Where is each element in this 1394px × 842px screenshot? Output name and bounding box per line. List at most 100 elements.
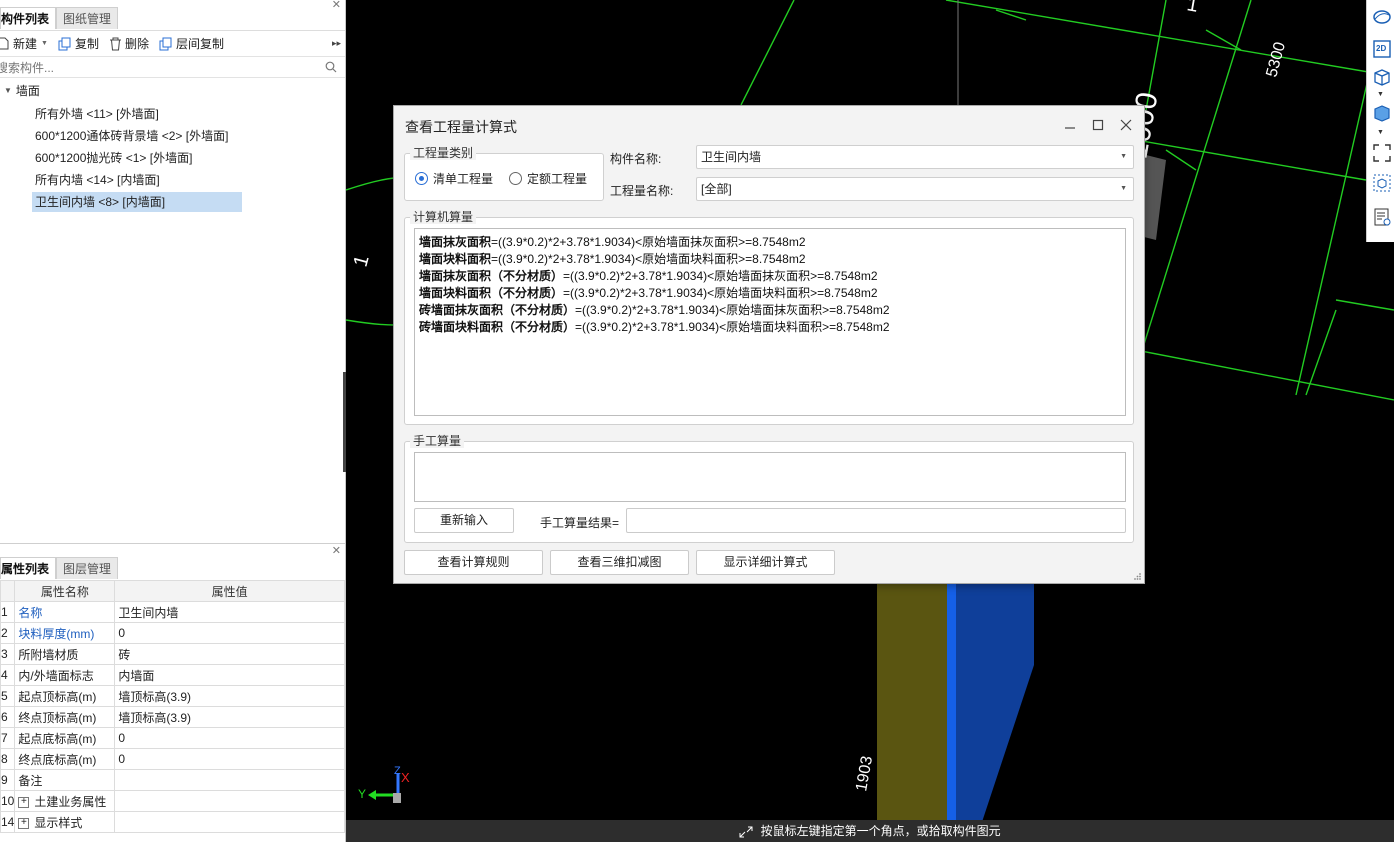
- tree-item[interactable]: 所有内墙 <14> [内墙面]: [32, 170, 242, 190]
- tree-item[interactable]: 600*1200抛光砖 <1> [外墙面]: [32, 148, 242, 168]
- dim-5300: 5300: [1263, 40, 1289, 79]
- radio-unchecked-icon: [509, 172, 522, 185]
- table-row[interactable]: 4 内/外墙面标志 内墙面: [0, 664, 345, 686]
- new-label: 新建: [13, 37, 38, 51]
- radio-bill-quantity[interactable]: 清单工程量: [415, 170, 493, 187]
- show-detailed-formula-button[interactable]: 显示详细计算式: [696, 550, 835, 575]
- quantity-name-select[interactable]: [全部] ▼: [696, 177, 1134, 201]
- toolbar-overflow-icon[interactable]: ▸▸: [332, 38, 341, 49]
- tab-component-list[interactable]: 构件列表: [0, 7, 57, 29]
- calc-line-name: 砖墙面抹灰面积（不分材质）: [419, 303, 576, 317]
- property-value[interactable]: 墙顶标高(3.9): [114, 685, 345, 707]
- view-3d-cube-icon[interactable]: [1371, 66, 1393, 88]
- minimize-icon[interactable]: [1060, 115, 1080, 135]
- left-panel: ✕ 构件列表 图纸管理 新建 ▼ 复制 删除 层间复制 ▸▸ 搜索构件... ▼…: [0, 0, 346, 842]
- axis-x-label: X: [401, 770, 410, 785]
- tree-item[interactable]: 600*1200通体砖背景墙 <2> [外墙面]: [32, 126, 242, 146]
- table-row[interactable]: 10 + 土建业务属性: [0, 790, 345, 812]
- row-number: 1: [0, 601, 16, 623]
- expand-plus-icon[interactable]: +: [18, 817, 30, 829]
- floor-copy-button[interactable]: 层间复制: [159, 35, 224, 52]
- calc-line-formula: =((3.9*0.2)*2+3.78*1.9034)<原始墙面块料面积>=8.7…: [563, 286, 878, 300]
- tree-item-selected[interactable]: 卫生间内墙 <8> [内墙面]: [32, 192, 242, 212]
- component-name-value: 卫生间内墙: [701, 150, 762, 164]
- property-value[interactable]: 墙顶标高(3.9): [114, 706, 345, 728]
- tree-root-wall-surface[interactable]: ▼ 墙面: [0, 80, 345, 102]
- group-label: 土建业务属性: [34, 794, 107, 809]
- property-value[interactable]: 0: [114, 727, 345, 749]
- property-value[interactable]: 砖: [114, 643, 345, 665]
- view-3d-deduction-button[interactable]: 查看三维扣减图: [550, 550, 689, 575]
- table-row[interactable]: 5 起点顶标高(m) 墙顶标高(3.9): [0, 685, 345, 707]
- dynamic-view-icon[interactable]: [1371, 172, 1393, 194]
- new-file-icon: [0, 37, 9, 50]
- row-number: 8: [0, 748, 16, 770]
- properties-view-icon[interactable]: [1371, 206, 1393, 228]
- delete-button[interactable]: 删除: [109, 35, 149, 52]
- calc-line-formula: =((3.9*0.2)*2+3.78*1.9034)<原始墙面抹灰面积>=8.7…: [563, 269, 878, 283]
- calc-line-formula: =((3.9*0.2)*2+3.78*1.9034)<原始墙面抹灰面积>=8.7…: [491, 235, 806, 249]
- tree-item[interactable]: 所有外墙 <11> [外墙面]: [32, 104, 242, 124]
- property-grid: 属性名称 属性值 1 名称 卫生间内墙 2 块料厚度(mm) 0 3 所附墙材质…: [0, 580, 345, 833]
- solid-cube-icon[interactable]: [1371, 102, 1393, 124]
- new-button[interactable]: 新建 ▼: [0, 35, 48, 52]
- panel-close-icon[interactable]: ✕: [332, 0, 341, 11]
- chevron-down-icon[interactable]: ▼: [1377, 91, 1384, 98]
- status-bar: 按鼠标左键指定第一个角点，或拾取构件图元: [346, 820, 1394, 842]
- expand-plus-icon[interactable]: +: [18, 796, 30, 808]
- machine-calc-text[interactable]: 墙面抹灰面积=((3.9*0.2)*2+3.78*1.9034)<原始墙面抹灰面…: [414, 228, 1126, 416]
- property-value[interactable]: 0: [114, 622, 345, 644]
- property-value: [114, 790, 345, 812]
- view-2d-label: 2D: [1376, 44, 1387, 53]
- fullscreen-icon[interactable]: [1371, 142, 1393, 164]
- panel-close-icon[interactable]: ✕: [332, 544, 341, 557]
- property-value[interactable]: 内墙面: [114, 664, 345, 686]
- property-value: [114, 811, 345, 833]
- table-row[interactable]: 8 终点底标高(m) 0: [0, 748, 345, 770]
- component-name-select[interactable]: 卫生间内墙 ▼: [696, 145, 1134, 169]
- manual-calc-input[interactable]: [414, 452, 1126, 502]
- radio-quota-quantity[interactable]: 定额工程量: [509, 170, 587, 187]
- property-name-header: 属性名称: [14, 580, 116, 602]
- view-calc-rules-button[interactable]: 查看计算规则: [404, 550, 543, 575]
- tab-drawing-management[interactable]: 图纸管理: [56, 7, 119, 29]
- copy-button[interactable]: 复制: [58, 35, 99, 52]
- table-row[interactable]: 7 起点底标高(m) 0: [0, 727, 345, 749]
- tab-property-list[interactable]: 属性列表: [0, 557, 57, 579]
- maximize-icon[interactable]: [1088, 115, 1108, 135]
- resize-grip-icon[interactable]: [1133, 572, 1142, 581]
- component-name-label: 构件名称:: [610, 152, 662, 166]
- reinput-button[interactable]: 重新输入: [414, 508, 514, 533]
- calc-line-name: 墙面抹灰面积（不分材质）: [419, 269, 564, 283]
- radio-bill-label: 清单工程量: [433, 172, 494, 186]
- table-row[interactable]: 6 终点顶标高(m) 墙顶标高(3.9): [0, 706, 345, 728]
- tab-layer-management[interactable]: 图层管理: [56, 557, 119, 579]
- radio-quota-label: 定额工程量: [527, 172, 588, 186]
- table-row[interactable]: 14 + 显示样式: [0, 811, 345, 833]
- table-row[interactable]: 9 备注: [0, 769, 345, 791]
- property-value[interactable]: [114, 769, 345, 791]
- row-number: 3: [0, 643, 16, 665]
- expand-triangle-icon[interactable]: ▼: [4, 80, 12, 102]
- chevron-down-icon[interactable]: ▼: [41, 40, 48, 47]
- property-name-group[interactable]: + 显示样式: [14, 811, 116, 833]
- view-2d-button[interactable]: 2D: [1371, 38, 1393, 60]
- property-list-panel: ✕ 属性列表 图层管理 属性名称 属性值 1 名称 卫生间内墙 2 块料厚度(m…: [0, 543, 345, 842]
- machine-calc-label: 计算机算量: [410, 210, 477, 224]
- sphere-view-icon[interactable]: [1371, 6, 1393, 28]
- wall-blue-strip: [947, 580, 956, 825]
- table-row[interactable]: 1 名称 卫生间内墙: [0, 601, 345, 623]
- property-value[interactable]: 卫生间内墙: [114, 601, 345, 623]
- chevron-down-icon[interactable]: ▼: [1377, 129, 1384, 136]
- property-name-group[interactable]: + 土建业务属性: [14, 790, 116, 812]
- manual-result-input[interactable]: [626, 508, 1126, 533]
- component-search: [0, 58, 345, 78]
- table-row[interactable]: 2 块料厚度(mm) 0: [0, 622, 345, 644]
- property-name: 内/外墙面标志: [14, 664, 116, 686]
- property-value[interactable]: 0: [114, 748, 345, 770]
- component-search-input[interactable]: [0, 58, 316, 77]
- group-label: 显示样式: [34, 815, 83, 830]
- close-icon[interactable]: [1116, 115, 1136, 135]
- search-icon[interactable]: [325, 61, 337, 73]
- table-row[interactable]: 3 所附墙材质 砖: [0, 643, 345, 665]
